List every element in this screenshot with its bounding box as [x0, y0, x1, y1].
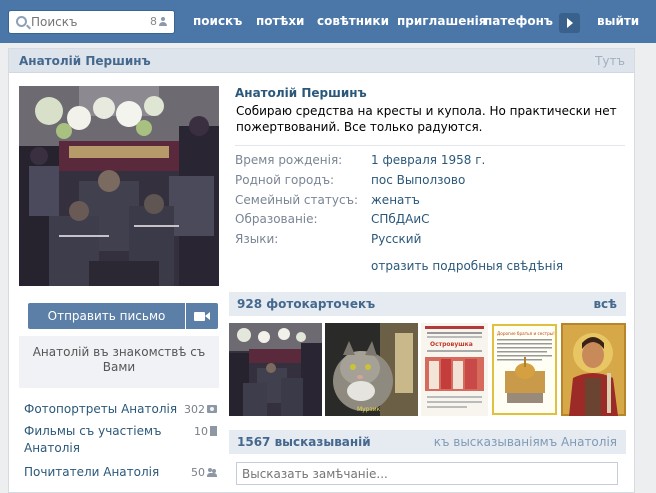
send-message-button[interactable]: Отправить письмо — [28, 303, 185, 329]
wall-title[interactable]: 1567 высказываній — [237, 435, 371, 449]
camera-icon — [207, 405, 217, 413]
search-box[interactable]: 8 — [8, 10, 175, 34]
link-photos[interactable]: Фотопортреты Анатолія 302 — [24, 401, 220, 423]
film-icon — [210, 426, 217, 436]
info-label-education: Образованіе: — [235, 212, 318, 226]
photo-caption-ostrovushka: Островушка — [430, 341, 473, 348]
photos-title[interactable]: 928 фотокарточекъ — [237, 297, 375, 311]
search-online-count: 8 — [150, 15, 167, 28]
profile-name[interactable]: Анатолій Першинъ — [235, 86, 367, 100]
photo-caption-brethren: Дорогие братья и сестры! — [497, 331, 555, 336]
panel-title: Анатолій Першинъ — [19, 54, 151, 68]
link-films-count: 10 — [194, 423, 217, 440]
wall-header: 1567 высказываній къ высказываніямъ Анат… — [229, 430, 626, 454]
link-followers[interactable]: Почитатели Анатолія 50 — [24, 464, 220, 484]
info-label-languages: Языки: — [235, 232, 279, 246]
show-details-link[interactable]: отразить подробныя свѣдѣнія — [371, 259, 563, 273]
photo-thumb[interactable]: Островушка — [421, 323, 488, 416]
link-photos-label[interactable]: Фотопортреты Анатолія — [24, 402, 177, 416]
search-icon — [16, 16, 27, 27]
photo-thumb[interactable]: Дорогие братья и сестры! — [491, 323, 558, 416]
link-films-label[interactable]: Фильмы съ участіемъ Анатолія — [24, 424, 161, 455]
info-value-birthday[interactable]: 1 февраля 1958 г. — [371, 153, 485, 167]
panel-top-link[interactable]: Тутъ — [595, 54, 625, 68]
info-value-family[interactable]: женатъ — [371, 193, 420, 207]
divider — [235, 145, 625, 146]
wall-link[interactable]: къ высказываніямъ Анатолія — [434, 435, 617, 449]
nav-invitations[interactable]: приглашенія — [397, 0, 486, 43]
search-input[interactable] — [31, 14, 149, 30]
nav-advisors[interactable]: совѣтники — [317, 0, 389, 43]
photo-thumb[interactable] — [561, 323, 626, 416]
photo-caption-murzik: Мурзик — [357, 406, 381, 413]
info-label-hometown: Родной городъ: — [235, 173, 335, 187]
link-films[interactable]: Фильмы съ участіемъ Анатолія 10 — [24, 423, 220, 464]
nav-gramophone[interactable]: патефонъ — [484, 0, 553, 43]
photos-header: 928 фотокарточекъ всѣ — [229, 292, 626, 316]
nav-fun[interactable]: потѣхи — [256, 0, 304, 43]
info-label-family: Семейный статусъ: — [235, 193, 359, 207]
link-followers-count: 50 — [191, 464, 217, 481]
info-value-hometown[interactable]: пос Выползово — [371, 173, 465, 187]
panel-header: Анатолій Першинъ Тутъ — [9, 49, 634, 73]
photo-thumb[interactable]: Мурзик — [325, 323, 418, 416]
left-links: Фотопортреты Анатолія 302 Фильмы съ учас… — [24, 401, 220, 484]
profile-photo[interactable] — [19, 86, 219, 286]
info-value-languages[interactable]: Русский — [371, 232, 421, 246]
nav-logout[interactable]: выйти — [597, 0, 639, 43]
play-icon[interactable] — [559, 13, 580, 33]
top-bar: 8 поискъ потѣхи совѣтники приглашенія па… — [0, 0, 656, 43]
info-label-birthday: Время рожденія: — [235, 153, 343, 167]
friend-status: Анатолій въ знакомствѣ съ Вами — [19, 336, 219, 388]
photo-thumb[interactable] — [229, 323, 322, 416]
photos-all-link[interactable]: всѣ — [593, 297, 617, 311]
nav-search[interactable]: поискъ — [193, 0, 242, 43]
video-call-icon[interactable] — [186, 303, 218, 329]
profile-panel: Анатолій Першинъ Тутъ Отправить письмо А… — [8, 48, 635, 493]
info-value-education[interactable]: СПбДАиС — [371, 212, 430, 226]
people-icon — [207, 468, 217, 477]
comment-input[interactable] — [236, 462, 618, 485]
profile-status: Собираю средства на кресты и купола. Но … — [236, 104, 617, 134]
link-photos-count: 302 — [184, 401, 217, 418]
link-followers-label[interactable]: Почитатели Анатолія — [24, 465, 159, 479]
person-icon — [159, 17, 167, 26]
